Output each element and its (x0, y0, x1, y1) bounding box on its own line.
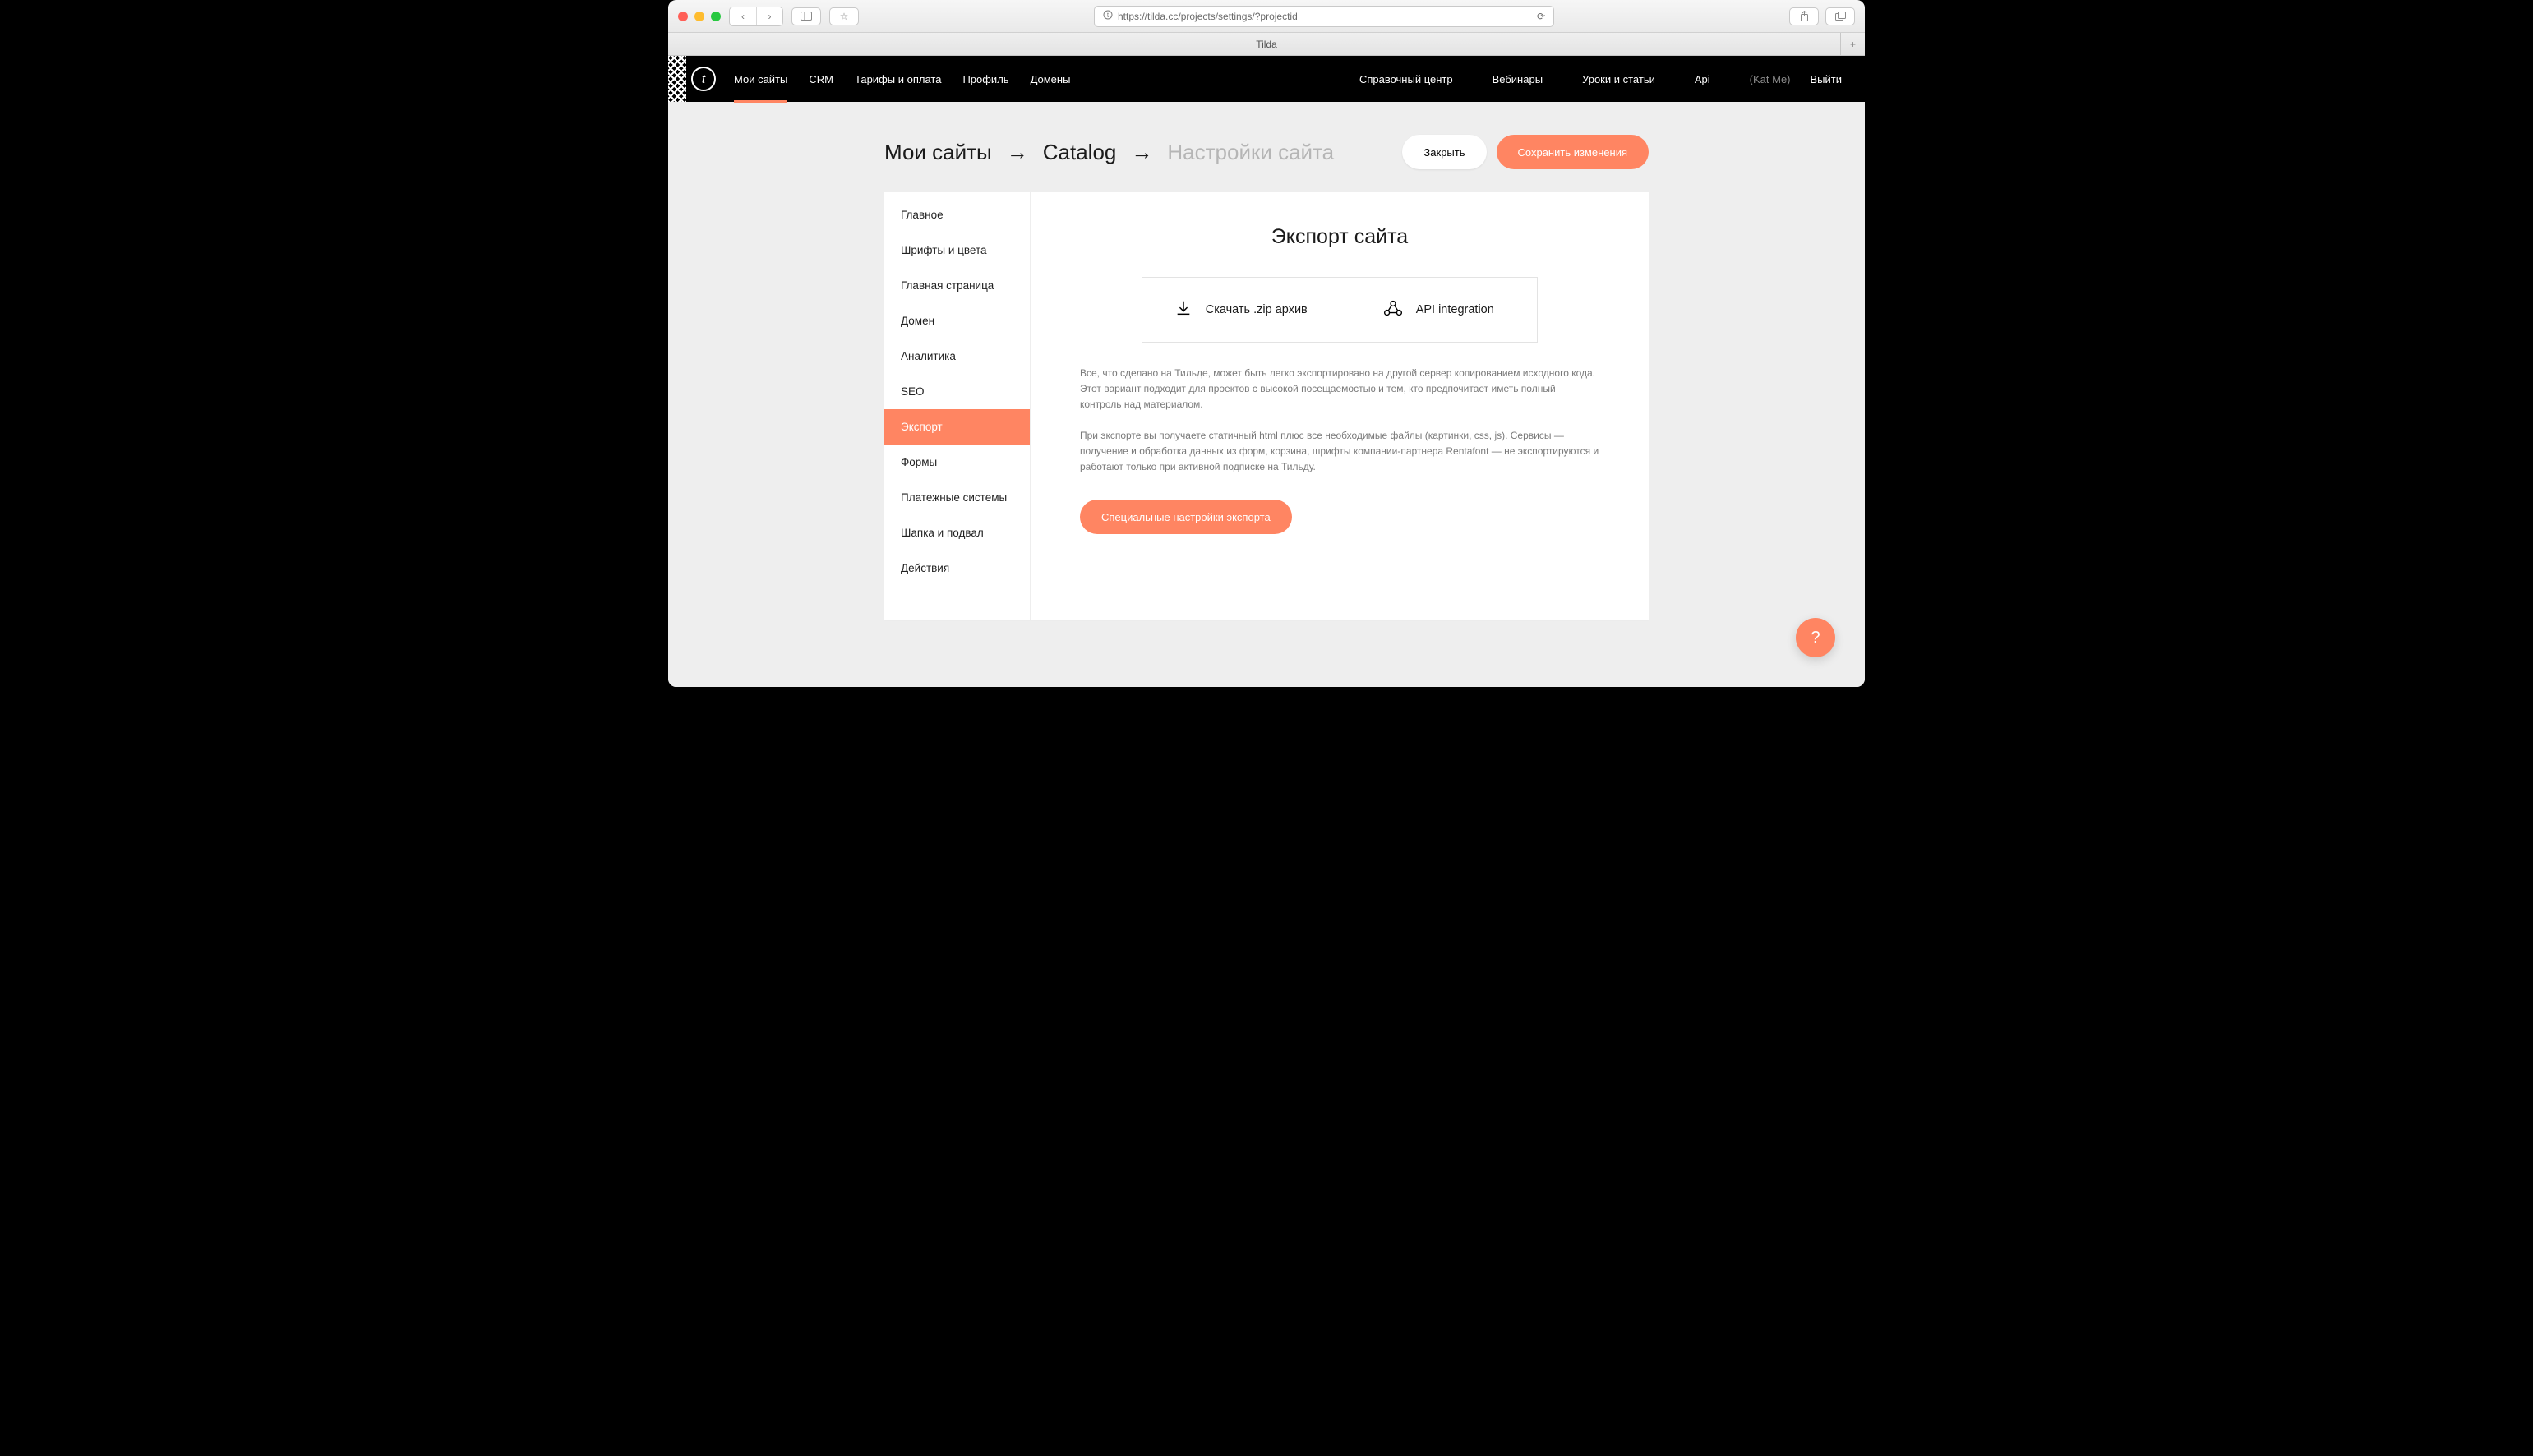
sidebar-item-3[interactable]: Домен (884, 303, 1030, 339)
lock-icon: t (1103, 10, 1113, 22)
browser-tabbar: Tilda + (668, 33, 1865, 56)
minimize-window-button[interactable] (694, 12, 704, 21)
option-api-label: API integration (1416, 303, 1494, 316)
nav-item-тарифы-и-оплата[interactable]: Тарифы и оплата (855, 56, 941, 102)
tilda-logo[interactable]: t (691, 67, 716, 91)
settings-sidebar: ГлавноеШрифты и цветаГлавная страницаДом… (884, 192, 1031, 620)
close-window-button[interactable] (678, 12, 688, 21)
sidebar-toggle-button[interactable] (791, 7, 821, 25)
new-tab-button[interactable]: + (1840, 33, 1865, 56)
settings-card: ГлавноеШрифты и цветаГлавная страницаДом… (884, 192, 1649, 620)
crumb-my-sites[interactable]: Мои сайты (884, 140, 992, 165)
page: Мои сайты → Catalog → Настройки сайта За… (668, 102, 1865, 620)
breadcrumb: Мои сайты → Catalog → Настройки сайта (884, 140, 1334, 165)
traffic-lights (678, 12, 721, 21)
header-actions: Закрыть Сохранить изменения (1402, 135, 1649, 169)
sidebar-item-10[interactable]: Действия (884, 551, 1030, 586)
safari-titlebar: ‹ › ☆ t https://tilda.cc/projects/settin… (668, 0, 1865, 33)
crumb-arrow-icon: → (1131, 140, 1152, 165)
crumb-current: Настройки сайта (1167, 140, 1334, 165)
nav-item-мои-сайты[interactable]: Мои сайты (734, 56, 787, 102)
tab-title[interactable]: Tilda (1256, 39, 1277, 50)
close-button[interactable]: Закрыть (1402, 135, 1486, 169)
bookmark-button[interactable]: ☆ (829, 7, 859, 25)
decorative-zigzag (668, 56, 686, 102)
svg-text:t: t (1107, 12, 1110, 19)
url-text: https://tilda.cc/projects/settings/?proj… (1118, 11, 1298, 22)
nav-item-профиль[interactable]: Профиль (962, 56, 1008, 102)
sidebar-item-9[interactable]: Шапка и подвал (884, 515, 1030, 551)
option-download-zip[interactable]: Скачать .zip архив (1142, 278, 1340, 342)
browser-window: ‹ › ☆ t https://tilda.cc/projects/settin… (668, 0, 1865, 687)
sidebar-item-2[interactable]: Главная страница (884, 268, 1030, 303)
option-zip-label: Скачать .zip архив (1206, 303, 1308, 316)
reload-icon[interactable]: ⟳ (1537, 11, 1545, 22)
content-title: Экспорт сайта (1080, 225, 1599, 249)
nav-logout[interactable]: Выйти (1811, 73, 1843, 85)
nav-link-api[interactable]: Api (1695, 73, 1710, 85)
sidebar-item-5[interactable]: SEO (884, 374, 1030, 409)
sidebar-item-7[interactable]: Формы (884, 445, 1030, 480)
export-description-1: Все, что сделано на Тильде, может быть л… (1080, 366, 1599, 413)
titlebar-right (1789, 7, 1855, 25)
crumb-arrow-icon: → (1007, 140, 1028, 165)
export-options: Скачать .zip архив API integration (1142, 277, 1538, 343)
tabs-button[interactable] (1825, 7, 1855, 25)
settings-content: Экспорт сайта Скачать .zip архив (1031, 192, 1649, 620)
fullscreen-window-button[interactable] (711, 12, 721, 21)
nav-link-вебинары[interactable]: Вебинары (1493, 73, 1543, 85)
nav-item-crm[interactable]: CRM (809, 56, 833, 102)
page-header: Мои сайты → Catalog → Настройки сайта За… (884, 135, 1649, 169)
sidebar-item-0[interactable]: Главное (884, 197, 1030, 233)
download-icon (1174, 299, 1193, 320)
top-nav: t Мои сайты CRM Тарифы и оплата Профиль Доме… (668, 56, 1865, 102)
sidebar-item-1[interactable]: Шрифты и цвета (884, 233, 1030, 268)
forward-button[interactable]: › (756, 7, 782, 25)
help-fab[interactable]: ? (1796, 618, 1835, 657)
special-export-settings-button[interactable]: Специальные настройки экспорта (1080, 500, 1292, 534)
sidebar-item-8[interactable]: Платежные системы (884, 480, 1030, 515)
app-viewport: t Мои сайты CRM Тарифы и оплата Профиль Доме… (668, 56, 1865, 687)
save-button[interactable]: Сохранить изменения (1497, 135, 1649, 169)
nav-left: Мои сайты CRM Тарифы и оплата Профиль Домены (734, 56, 1070, 102)
sidebar-item-4[interactable]: Аналитика (884, 339, 1030, 374)
nav-link-справочный-центр[interactable]: Справочный центр (1359, 73, 1453, 85)
cta-row: Специальные настройки экспорта (1080, 500, 1599, 534)
crumb-catalog[interactable]: Catalog (1043, 140, 1117, 165)
nav-link-уроки-и-статьи[interactable]: Уроки и статьи (1582, 73, 1655, 85)
share-button[interactable] (1789, 7, 1819, 25)
export-description-2: При экспорте вы получаете статичный html… (1080, 428, 1599, 476)
sidebar-item-6[interactable]: Экспорт (884, 409, 1030, 445)
nav-right: Справочный центр Вебинары Уроки и статьи Ap… (1359, 73, 1842, 85)
nav-user[interactable]: (Kat Me) (1750, 73, 1791, 85)
api-icon (1383, 299, 1403, 320)
nav-back-forward: ‹ › (729, 7, 783, 26)
url-bar[interactable]: t https://tilda.cc/projects/settings/?pr… (1094, 6, 1554, 27)
nav-item-домены[interactable]: Домены (1031, 56, 1071, 102)
back-button[interactable]: ‹ (730, 7, 756, 25)
option-api-integration[interactable]: API integration (1340, 278, 1538, 342)
